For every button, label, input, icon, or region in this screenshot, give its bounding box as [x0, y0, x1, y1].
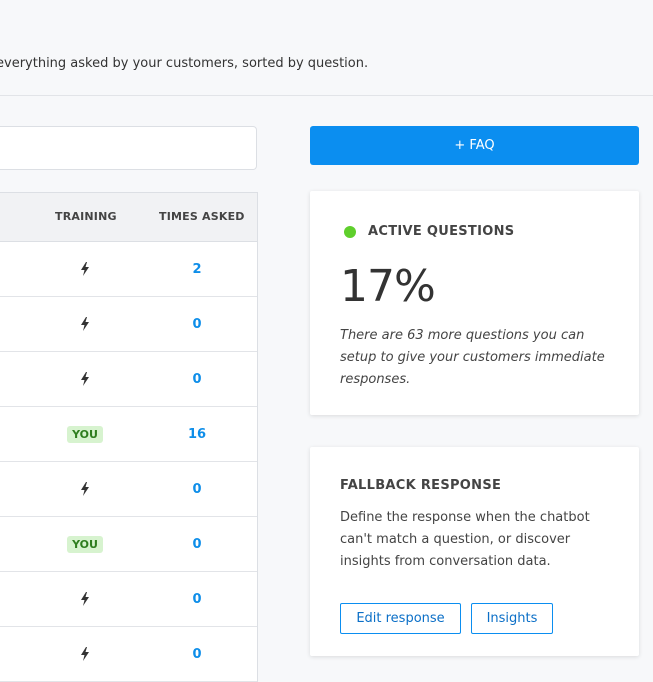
status-dot-icon — [344, 226, 356, 238]
you-badge: YOU — [67, 425, 103, 443]
training-cell — [55, 242, 115, 296]
questions-table: TRAINING TIMES ASKED 2 0 0 YOU 16 0 YOU 0 0 0 — [0, 192, 258, 682]
table-row[interactable]: 2 — [0, 242, 257, 297]
active-questions-percent: 17% — [340, 261, 436, 312]
bolt-icon — [80, 647, 90, 661]
training-cell: YOU — [55, 407, 115, 461]
bolt-icon — [80, 317, 90, 331]
table-row[interactable]: YOU 0 — [0, 517, 257, 572]
table-row[interactable]: 0 — [0, 627, 257, 682]
active-questions-title: ACTIVE QUESTIONS — [368, 224, 515, 239]
column-header-training[interactable]: TRAINING — [55, 210, 117, 223]
training-cell — [55, 462, 115, 516]
insights-button[interactable]: Insights — [471, 603, 553, 634]
page-header: everything asked by your customers, sort… — [0, 0, 653, 96]
bolt-icon — [80, 262, 90, 276]
training-cell — [55, 352, 115, 406]
table-row[interactable]: 0 — [0, 462, 257, 517]
times-asked-cell[interactable]: 0 — [167, 517, 227, 571]
times-asked-cell[interactable]: 0 — [167, 627, 227, 681]
bolt-icon — [80, 482, 90, 496]
you-badge: YOU — [67, 535, 103, 553]
active-questions-description: There are 63 more questions you can setu… — [340, 328, 605, 387]
table-header: TRAINING TIMES ASKED — [0, 193, 257, 242]
table-row[interactable]: 0 — [0, 297, 257, 352]
page-subtitle: everything asked by your customers, sort… — [0, 56, 369, 71]
edit-response-button[interactable]: Edit response — [340, 603, 461, 634]
training-cell — [55, 572, 115, 626]
table-row[interactable]: 0 — [0, 352, 257, 407]
training-cell — [55, 627, 115, 681]
search-input[interactable] — [0, 126, 257, 170]
times-asked-cell[interactable]: 0 — [167, 297, 227, 351]
table-body: 2 0 0 YOU 16 0 YOU 0 0 0 — [0, 242, 257, 682]
times-asked-cell[interactable]: 16 — [167, 407, 227, 461]
active-questions-card: ACTIVE QUESTIONS 17% There are 63 more q… — [310, 191, 639, 415]
column-header-times-asked[interactable]: TIMES ASKED — [159, 210, 245, 223]
table-row[interactable]: 0 — [0, 572, 257, 627]
training-cell — [55, 297, 115, 351]
bolt-icon — [80, 372, 90, 386]
fallback-response-description: Define the response when the chatbot can… — [340, 510, 590, 569]
bolt-icon — [80, 592, 90, 606]
table-row[interactable]: YOU 16 — [0, 407, 257, 462]
times-asked-cell[interactable]: 0 — [167, 352, 227, 406]
fallback-response-title: FALLBACK RESPONSE — [340, 478, 502, 493]
times-asked-cell[interactable]: 2 — [167, 242, 227, 296]
times-asked-cell[interactable]: 0 — [167, 572, 227, 626]
training-cell: YOU — [55, 517, 115, 571]
times-asked-cell[interactable]: 0 — [167, 462, 227, 516]
add-faq-button[interactable]: + FAQ — [310, 126, 639, 165]
fallback-response-card: FALLBACK RESPONSE Define the response wh… — [310, 447, 639, 656]
